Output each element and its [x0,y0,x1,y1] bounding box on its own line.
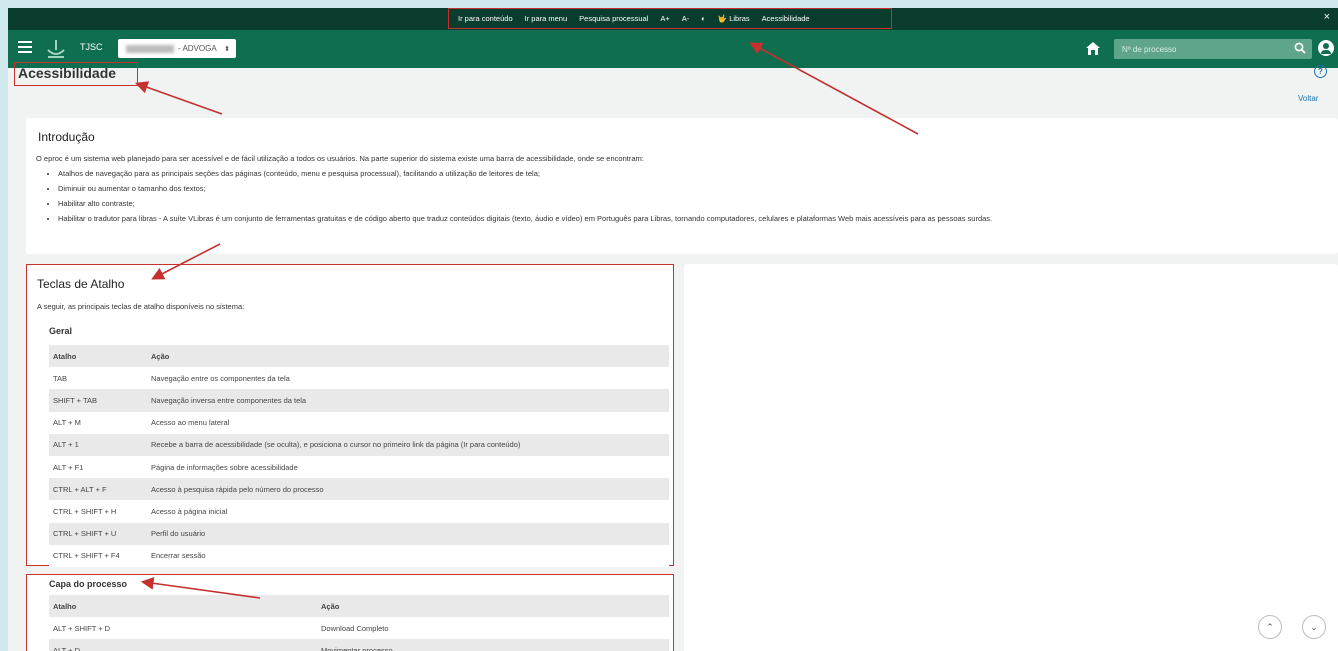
intro-heading: Introdução [38,130,95,144]
list-item: Habilitar alto contraste; [58,196,992,211]
shortcut-key: SHIFT + TAB [53,395,97,405]
table-row: ALT + M Acesso ao menu lateral [49,411,669,434]
shortcut-key: CTRL + ALT + F [53,484,107,494]
shortcut-key: ALT + SHIFT + D [53,623,111,633]
general-heading: Geral [49,326,73,336]
user-avatar-icon[interactable] [1318,40,1334,56]
search-icon[interactable] [1294,42,1306,54]
select-caret-icon: ⬍ [224,45,230,53]
shortcut-key: CTRL + SHIFT + F4 [53,551,120,561]
shortcut-key: TAB [53,373,68,383]
profile-role: - ADVOGA [178,44,217,53]
redacted-name [126,44,174,53]
table-row: SHIFT + TAB Navegação inversa entre compo… [49,389,669,412]
shortcut-action: Acesso à pesquisa rápida pelo número do … [151,484,324,494]
column-header: Atalho [53,351,77,361]
scroll-up-button[interactable]: ⌃ [1258,615,1282,639]
table-row: TAB Navegação entre os componentes da tel… [49,367,669,390]
app-window: Ir para conteúdo Ir para menu Pesquisa p… [8,8,1338,651]
top-header: TJSC - ADVOGA ⬍ [8,30,1338,68]
list-item: Diminuir ou aumentar o tamanho dos texto… [58,181,992,196]
case-cover-shortcuts-table: Atalho Ação ALT + SHIFT + D Download Comp… [49,595,669,651]
home-icon[interactable] [1086,42,1100,55]
org-label: TJSC [80,42,103,52]
eproc-logo-icon [47,40,65,58]
table-row: CTRL + SHIFT + U Perfil do usuário [49,522,669,545]
table-row: ALT + SHIFT + D Download Completo [49,617,669,640]
column-header: Ação [321,601,340,611]
table-header-row: Atalho Ação [49,345,669,368]
shortcut-action: Movimentar processo [321,645,393,651]
help-icon[interactable]: ? [1314,65,1327,78]
back-link[interactable]: Voltar [1298,94,1318,103]
close-icon[interactable]: × [1324,11,1330,23]
table-row: CTRL + SHIFT + F4 Encerrar sessão [49,544,669,567]
shortcut-key: ALT + M [53,418,81,428]
shortcut-key: ALT + 1 [53,440,79,450]
case-cover-heading: Capa do processo [49,579,128,589]
accessibility-bar: Ir para conteúdo Ir para menu Pesquisa p… [8,8,1338,30]
column-header: Ação [151,351,170,361]
shortcut-action: Encerrar sessão [151,551,206,561]
shortcut-action: Download Completo [321,623,389,633]
table-row: ALT + F1 Página de informações sobre aces… [49,455,669,479]
empty-panel [684,264,1338,651]
list-item: Habilitar o tradutor para libras - A suí… [58,211,992,226]
shortcuts-card: Teclas de Atalho A seguir, as principais… [26,264,674,567]
shortcut-action: Navegação entre os componentes da tela [151,373,290,383]
shortcut-action: Navegação inversa entre componentes da t… [151,395,307,405]
shortcuts-heading: Teclas de Atalho [37,277,125,291]
shortcut-key: CTRL + SHIFT + H [53,506,117,516]
shortcut-key: CTRL + SHIFT + U [53,529,117,539]
profile-select[interactable]: - ADVOGA ⬍ [118,39,236,58]
shortcut-key: ALT + D [53,645,81,651]
case-cover-card: Capa do processo Atalho Ação ALT + SHIFT… [26,574,674,651]
table-header-row: Atalho Ação [49,595,669,618]
annotation-box [448,8,892,29]
intro-list: Atalhos de navegação para as principais … [44,166,992,226]
general-shortcuts-table: Atalho Ação TAB Navegação entre os compon… [49,345,669,567]
shortcut-action: Perfil do usuário [151,529,206,539]
annotation-arrow [134,81,223,115]
column-header: Atalho [53,601,77,611]
shortcut-action: Recebe a barra de acessibilidade (se ocu… [151,440,521,450]
process-number-input[interactable] [1120,43,1284,55]
table-row: CTRL + ALT + F Acesso à pesquisa rápida p… [49,478,669,501]
process-search [1114,39,1312,59]
page-title: Acessibilidade [14,62,138,86]
shortcut-key: ALT + F1 [53,462,84,472]
intro-text: O eproc é um sistema web planejado para … [36,154,644,163]
table-row: ALT + 1 Recebe a barra de acessibilidade … [49,433,669,456]
scroll-down-button[interactable]: ⌄ [1302,615,1326,639]
table-row: ALT + D Movimentar processo [49,639,669,651]
intro-card: Introdução O eproc é um sistema web plan… [26,118,1338,254]
hamburger-menu-icon[interactable] [18,41,32,53]
shortcut-action: Página de informações sobre acessibilida… [151,462,298,472]
shortcuts-subtitle: A seguir, as principais teclas de atalho… [37,302,245,311]
shortcut-action: Acesso à página inicial [151,506,228,516]
list-item: Atalhos de navegação para as principais … [58,166,992,181]
table-row: CTRL + SHIFT + H Acesso à página inicial [49,500,669,523]
shortcut-action: Acesso ao menu lateral [151,418,230,428]
